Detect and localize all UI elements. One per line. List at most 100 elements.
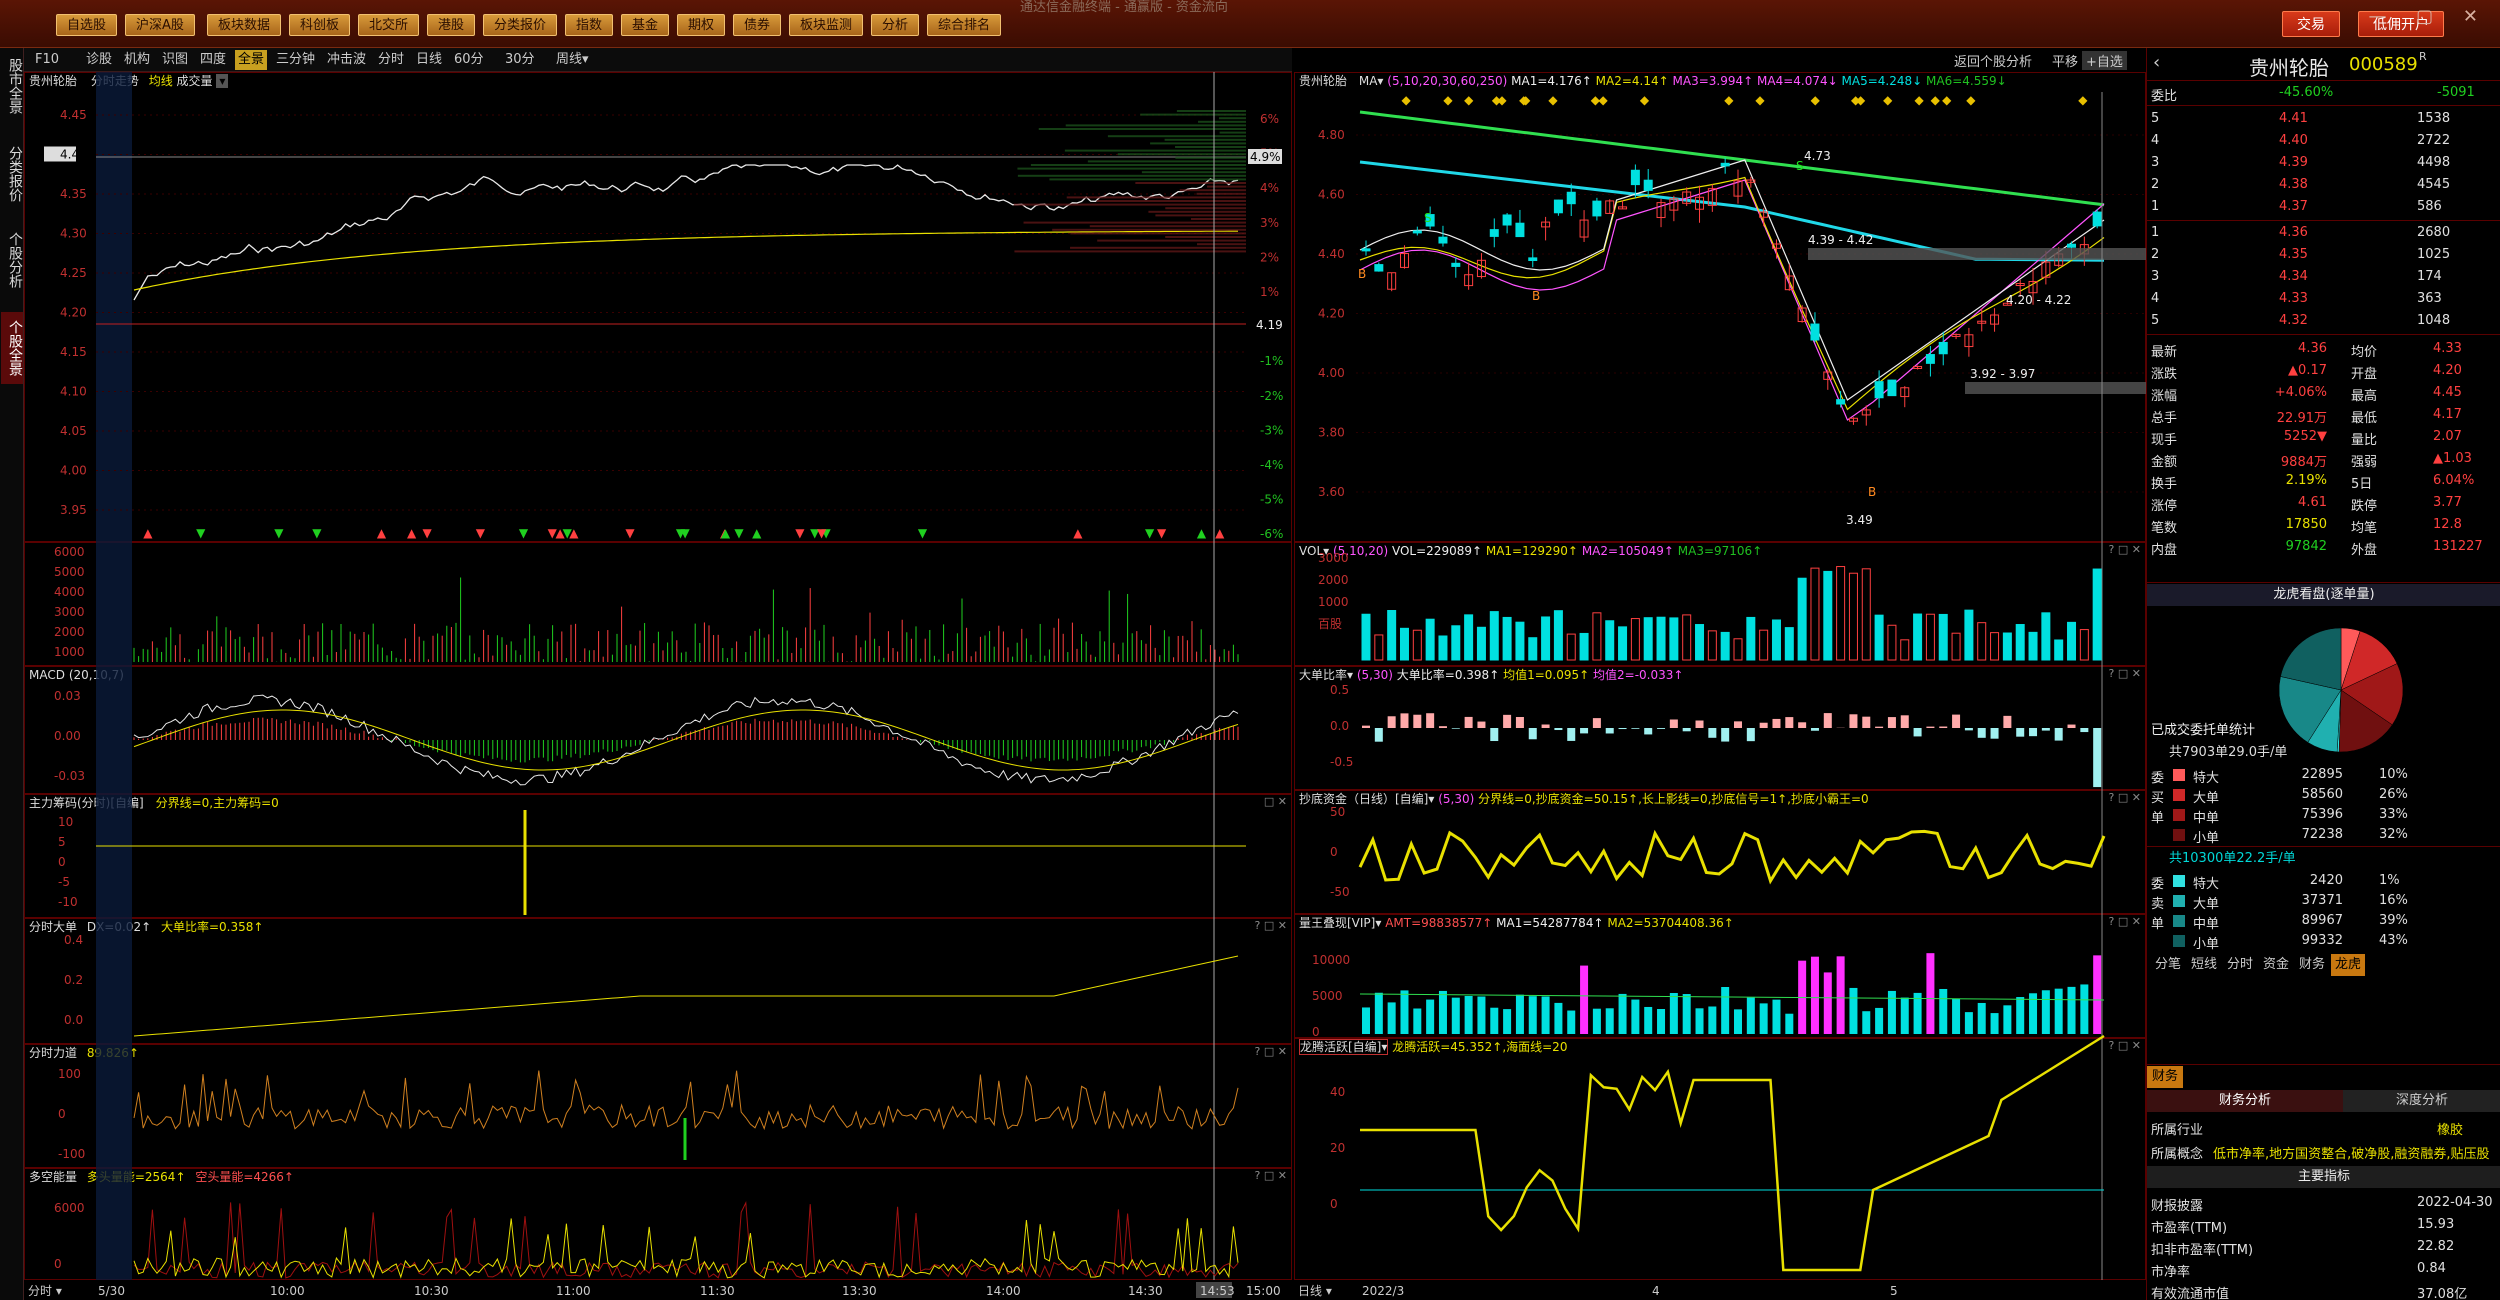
pan-button[interactable]: 平移	[2052, 51, 2078, 70]
nav-category-quote[interactable]: 分类报价	[1, 140, 23, 208]
vol-params: (5,10,20)	[1332, 544, 1389, 558]
sell-volume: 4545	[2417, 177, 2451, 192]
sidebar-subtab[interactable]: 龙虎	[2331, 954, 2365, 976]
back-arrow-icon[interactable]: ‹	[2153, 52, 2160, 73]
big-ratio-label[interactable]: 大单比率▾	[1299, 668, 1353, 682]
big-order-ratio: 大单比率=0.358↑	[160, 920, 264, 934]
sell-level-row[interactable]: 5 4.41 1538	[2147, 108, 2500, 130]
force-panel[interactable]: 分时力道 89.826↑ ? □ ✕	[24, 1044, 1292, 1168]
panel-close-icon[interactable]: ? □ ✕	[1255, 919, 1287, 932]
bottom-fund-panel[interactable]: 抄底资金（日线）[自编]▾ (5,30) 分界线=0,抄底资金=50.15↑,长…	[1294, 790, 2146, 914]
sell-level-row[interactable]: 1 4.37 586	[2147, 196, 2500, 218]
top-tab[interactable]: 板块监测	[789, 14, 864, 36]
toolbar-item[interactable]: 30分	[502, 50, 538, 70]
intraday-volume-panel[interactable]	[24, 542, 1292, 666]
energy-panel[interactable]: 多空能量 多头量能=2564↑ 空头量能=4266↑ ? □ ✕	[24, 1168, 1292, 1280]
toolbar-item[interactable]: 识图	[159, 50, 191, 70]
stat-label: 最低	[2351, 411, 2378, 426]
dragon-active-panel[interactable]: 龙腾活跃[自编]▾ 龙腾活跃=45.352↑,海面线=20 ? □ ✕	[1294, 1038, 2146, 1280]
finance-tab[interactable]: 财务	[2147, 1066, 2183, 1088]
buy-level-row[interactable]: 2 4.35 1025	[2147, 244, 2500, 266]
concept-label: 所属概念	[2151, 1147, 2204, 1162]
daily-kline-panel[interactable]: 贵州轮胎 MA▾ (5,10,20,30,60,250) MA1=4.176↑ …	[1294, 72, 2146, 542]
intraday-price-panel[interactable]: 贵州轮胎 分时走势 均线 成交量 ▾	[24, 72, 1292, 542]
nav-stock-panorama[interactable]: 个股全景	[1, 312, 23, 384]
toolbar-item[interactable]: F10	[32, 50, 62, 70]
dragon-active-label[interactable]: 龙腾活跃[自编]▾	[1299, 1039, 1389, 1055]
top-tab[interactable]: 沪深A股	[125, 14, 195, 36]
return-analysis-link[interactable]: 返回个股分析	[1954, 51, 2032, 70]
sidebar-subtab[interactable]: 资金	[2259, 954, 2293, 976]
stat-label: 现手	[2151, 433, 2178, 448]
toolbar-item[interactable]: 四度	[197, 50, 229, 70]
daily-volume-panel[interactable]: VOL▾ (5,10,20) VOL=229089↑ MA1=129290↑ M…	[1294, 542, 2146, 666]
top-tab[interactable]: 基金	[621, 14, 670, 36]
big-ratio-panel[interactable]: 大单比率▾ (5,30) 大单比率=0.398↑ 均值1=0.095↑ 均值2=…	[1294, 666, 2146, 790]
vol-label[interactable]: VOL▾	[1299, 544, 1329, 558]
panel-close-icon[interactable]: ? □ ✕	[2109, 543, 2141, 556]
stat-value: 4.33	[2433, 341, 2462, 356]
buy-level-row[interactable]: 4 4.33 363	[2147, 288, 2500, 310]
macd-panel[interactable]: MACD (20,10,7)	[24, 666, 1292, 794]
daily-vol-title: VOL▾ (5,10,20) VOL=229089↑ MA1=129290↑ M…	[1299, 543, 1762, 559]
big-order-panel[interactable]: 分时大单 DX=0.02↑ 大单比率=0.358↑ ? □ ✕	[24, 918, 1292, 1044]
nav-market-overview[interactable]: 股市全景	[1, 52, 23, 120]
panel-close-icon[interactable]: ? □ ✕	[2109, 1039, 2141, 1052]
top-tab[interactable]: 板块数据	[207, 14, 282, 36]
top-tab[interactable]: 分析	[871, 14, 920, 36]
top-tab[interactable]: 自选股	[56, 14, 118, 36]
top-tab[interactable]: 指数	[565, 14, 614, 36]
top-tab[interactable]: 北交所	[358, 14, 420, 36]
toolbar-item[interactable]: 机构	[121, 50, 153, 70]
volume-king-panel[interactable]: 量王叠现[VIP]▾ AMT=98838577↑ MA1=54287784↑ M…	[1294, 914, 2146, 1038]
finance-analysis-tab[interactable]: 财务分析	[2147, 1090, 2343, 1112]
panel-close-icon[interactable]: ? □ ✕	[1255, 1169, 1287, 1182]
buy-level-row[interactable]: 1 4.36 2680	[2147, 222, 2500, 244]
toolbar-item[interactable]: 60分	[451, 50, 487, 70]
sidebar-subtab[interactable]: 短线	[2187, 954, 2221, 976]
sell-level-row[interactable]: 2 4.38 4545	[2147, 174, 2500, 196]
sidebar-subtab[interactable]: 财务	[2295, 954, 2329, 976]
sell-level-row[interactable]: 4 4.40 2722	[2147, 130, 2500, 152]
ma-label[interactable]: MA▾	[1359, 74, 1384, 88]
toolbar-item[interactable]: 全景	[235, 50, 268, 70]
toolbar-item[interactable]: 分时	[375, 50, 407, 70]
nav-stock-analysis[interactable]: 个股分析	[1, 226, 23, 294]
toolbar-item[interactable]: 三分钟	[273, 50, 318, 70]
panel-close-icon[interactable]: ? □ ✕	[2109, 791, 2141, 804]
buy-level-row[interactable]: 3 4.34 174	[2147, 266, 2500, 288]
buy-level-row[interactable]: 5 4.32 1048	[2147, 310, 2500, 332]
panel-close-icon[interactable]: ? □ ✕	[1255, 1045, 1287, 1058]
toolbar-item[interactable]: 日线	[413, 50, 445, 70]
sell-level-row[interactable]: 3 4.39 4498	[2147, 152, 2500, 174]
dropdown-icon[interactable]: ▾	[216, 74, 229, 88]
finance-label: 市净率	[2151, 1265, 2191, 1280]
volume-king-ma2: MA2=53704408.36↑	[1607, 916, 1734, 930]
period-switch[interactable]: 分时 ▾	[28, 1282, 62, 1299]
trade-button[interactable]: 交易	[2282, 11, 2340, 37]
intraday-subtitle: 分时走势	[90, 74, 139, 88]
panel-close-icon[interactable]: ? □ ✕	[2109, 667, 2141, 680]
sidebar-subtab[interactable]: 分笔	[2151, 954, 2185, 976]
top-tab[interactable]: 综合排名	[927, 14, 1002, 36]
add-watchlist-button[interactable]: +自选	[2082, 51, 2127, 70]
top-tab[interactable]: 分类报价	[483, 14, 558, 36]
depth-analysis-tab[interactable]: 深度分析	[2343, 1090, 2500, 1112]
buy-price: 4.33	[2279, 291, 2308, 306]
top-tab[interactable]: 债券	[733, 14, 782, 36]
toolbar-item[interactable]: 诊股	[83, 50, 115, 70]
daily-period-switch[interactable]: 日线 ▾	[1298, 1282, 1332, 1299]
panel-close-icon[interactable]: □ ✕	[1264, 795, 1287, 808]
top-tab[interactable]: 期权	[677, 14, 726, 36]
main-chips-panel[interactable]: 主力筹码(分时)[自编] 分界线=0,主力筹码=0 □ ✕	[24, 794, 1292, 918]
volume-king-label[interactable]: 量王叠现[VIP]▾	[1299, 916, 1381, 930]
toolbar-item[interactable]: 周线▾	[553, 50, 592, 70]
top-tab[interactable]: 科创板	[289, 14, 351, 36]
top-tab[interactable]: 港股	[427, 14, 476, 36]
bottom-fund-label[interactable]: 抄底资金（日线）[自编]▾	[1299, 792, 1434, 806]
toolbar-item[interactable]: 冲击波	[324, 50, 369, 70]
sidebar-subtab[interactable]: 分时	[2223, 954, 2257, 976]
big-ratio-title: 大单比率▾ (5,30) 大单比率=0.398↑ 均值1=0.095↑ 均值2=…	[1299, 667, 1683, 683]
window-controls[interactable]: — ▢ ✕	[2368, 6, 2490, 27]
panel-close-icon[interactable]: ? □ ✕	[2109, 915, 2141, 928]
